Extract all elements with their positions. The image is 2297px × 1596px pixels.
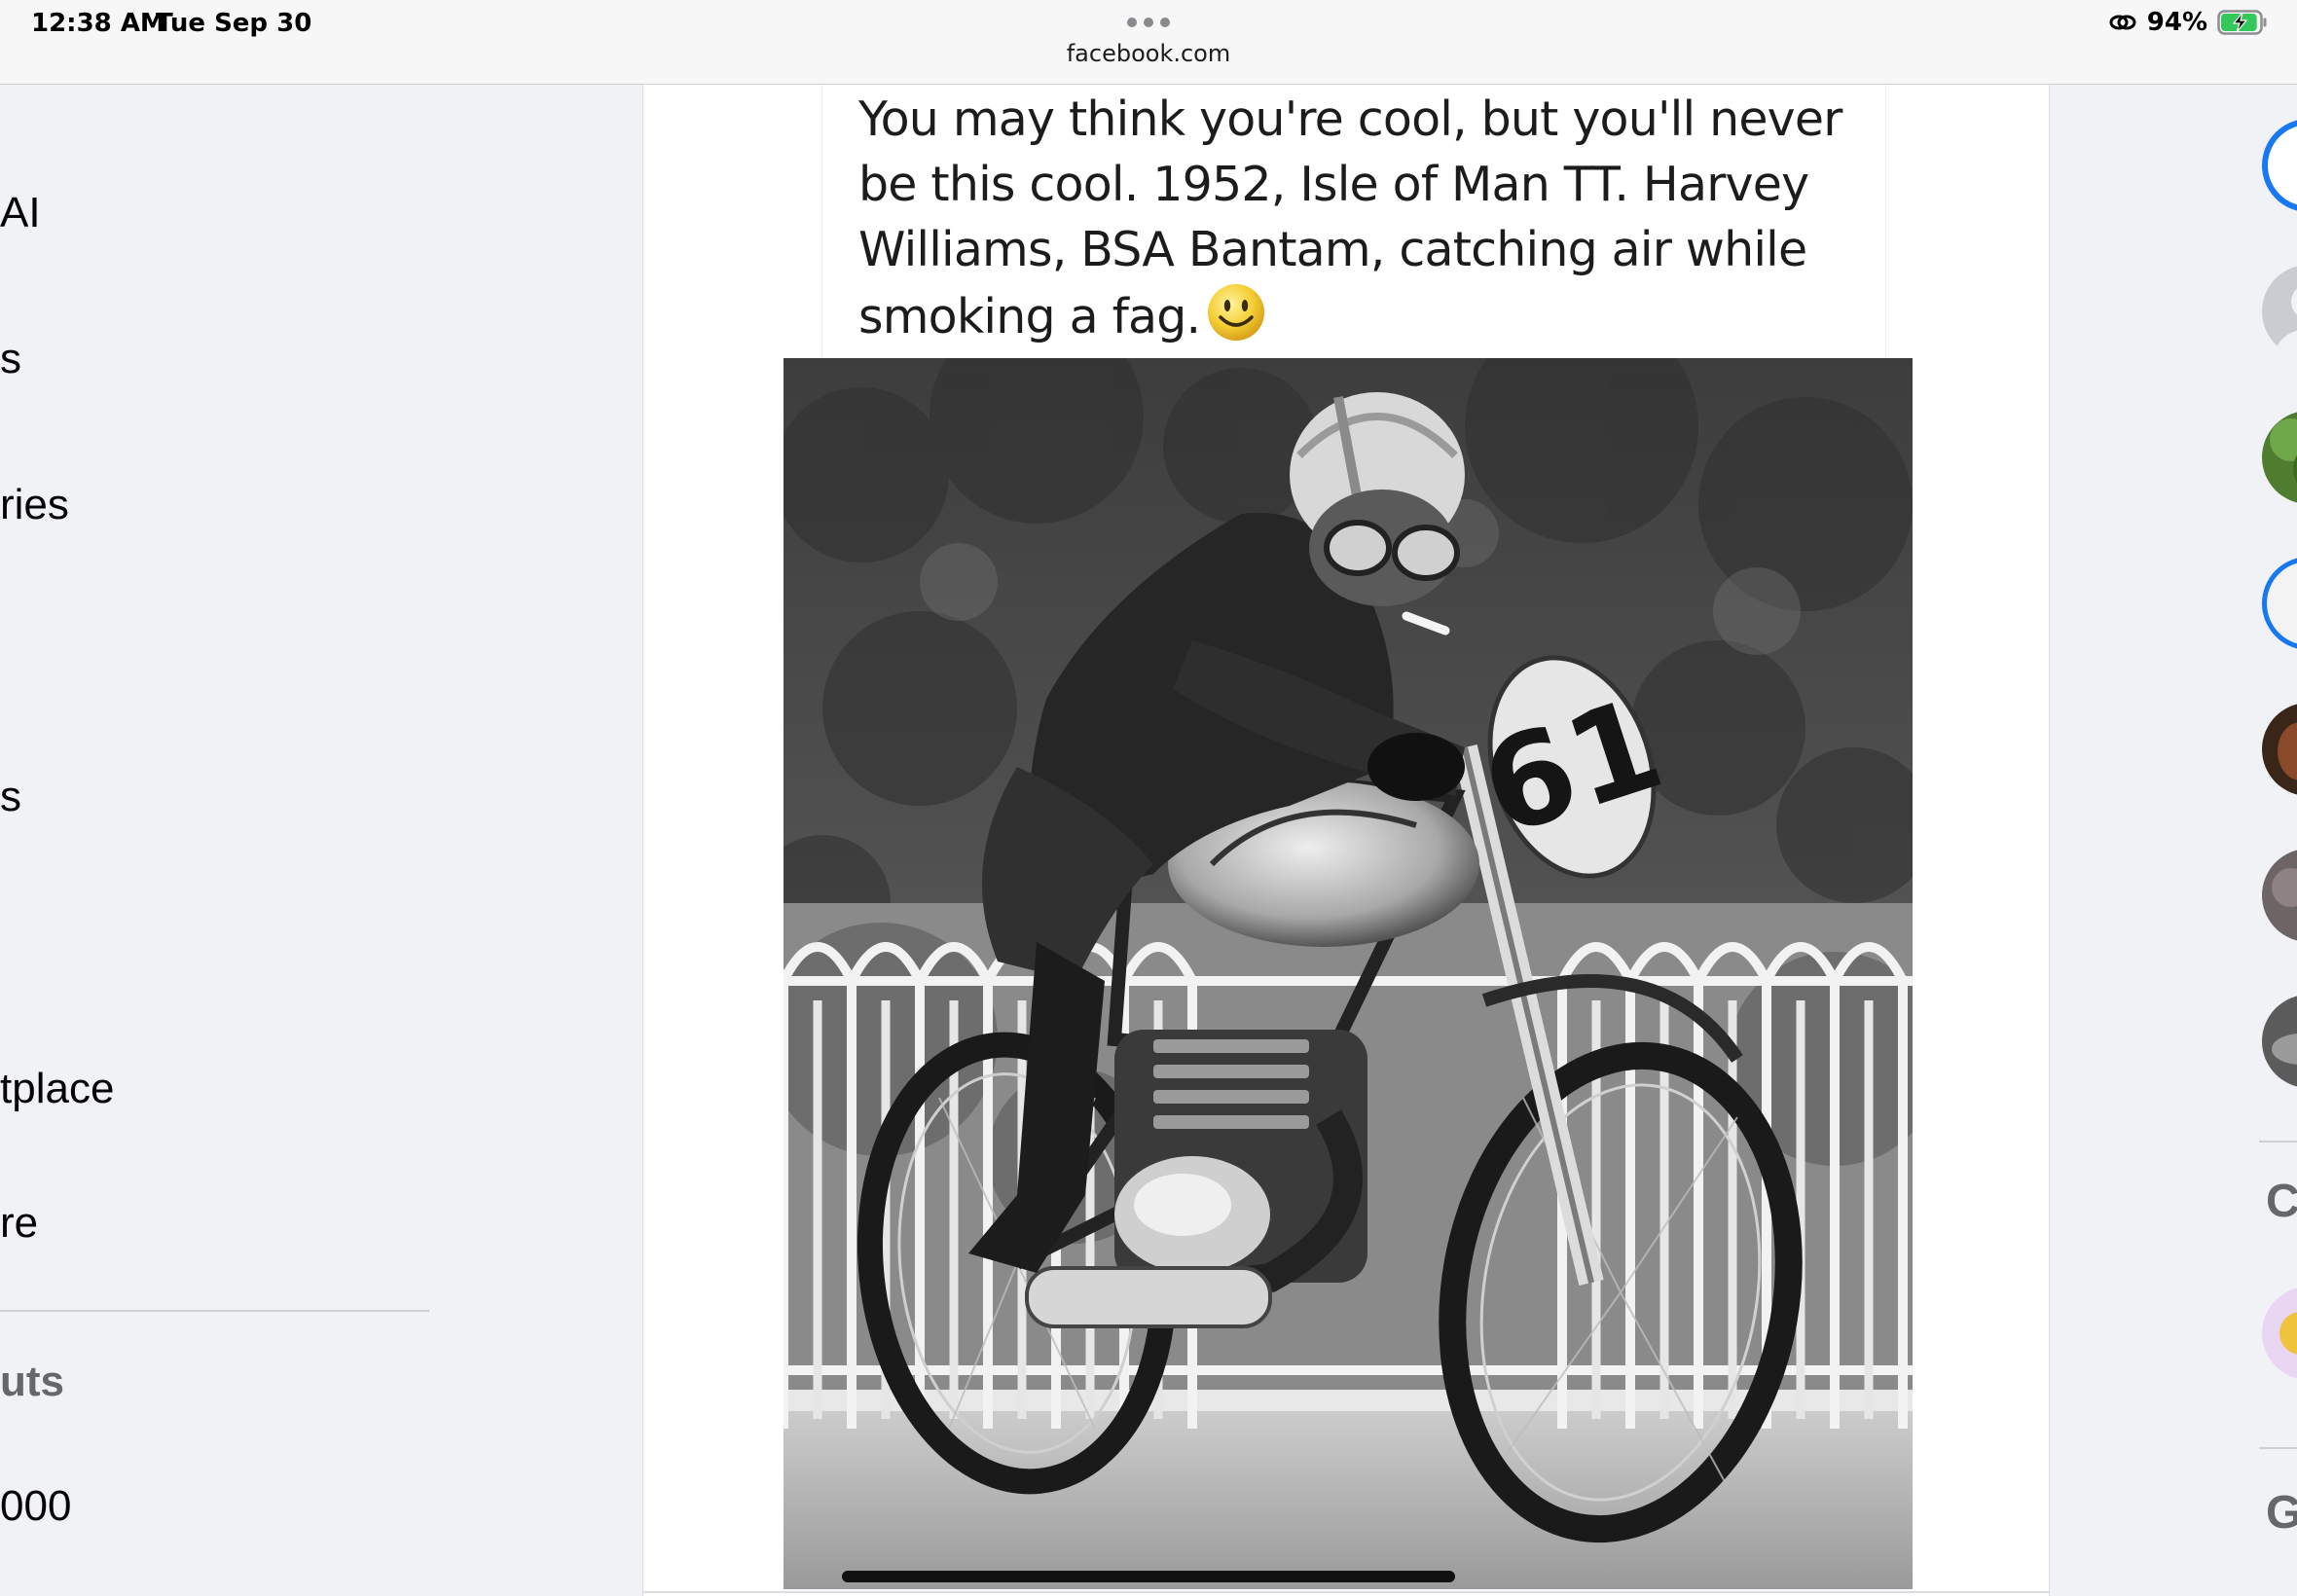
sidebar-divider: [0, 1310, 429, 1312]
contact-avatar-7[interactable]: [2262, 1287, 2297, 1380]
post-caption-text: You may think you're cool, but you'll ne…: [858, 91, 1842, 345]
contact-avatar-4[interactable]: [2262, 703, 2297, 796]
shortcuts-heading: uts: [0, 1358, 64, 1405]
sidebar-item-stories[interactable]: ries: [0, 481, 69, 529]
contacts-divider-1: [2259, 1141, 2297, 1143]
status-date: Tue Sep 30: [156, 9, 312, 38]
contact-avatar-3[interactable]: [2262, 557, 2297, 650]
browser-top-bar: 12:38 AM Tue Sep 30 facebook.com 94%: [0, 0, 2297, 85]
battery-charging-icon: [2217, 10, 2267, 35]
contacts-column: C G: [2050, 85, 2297, 1596]
status-time: 12:38 AM: [31, 9, 165, 38]
post-caption-card: You may think you're cool, but you'll ne…: [821, 85, 1886, 357]
sidebar-item-s2[interactable]: s: [0, 773, 21, 821]
contacts-divider-2: [2259, 1447, 2297, 1449]
contact-avatar-2[interactable]: [2262, 411, 2297, 504]
messenger-avatar[interactable]: [2262, 119, 2297, 212]
smiley-emoji-icon: [1208, 284, 1265, 341]
left-sidebar: AI s ries s tplace re uts 000: [0, 85, 642, 1596]
link-icon: [2109, 15, 2136, 30]
feed-divider: [643, 1591, 2051, 1593]
battery-percent: 94%: [2146, 8, 2207, 37]
sidebar-item-s1[interactable]: s: [0, 335, 21, 383]
contacts-heading-2: G: [2266, 1487, 2297, 1539]
contact-avatar-6[interactable]: [2262, 995, 2297, 1088]
news-feed: You may think you're cool, but you'll ne…: [642, 85, 2051, 1596]
shortcut-item[interactable]: 000: [0, 1482, 71, 1531]
sidebar-item-marketplace[interactable]: tplace: [0, 1065, 114, 1113]
sidebar-item-ai[interactable]: AI: [0, 189, 41, 237]
more-dots-icon[interactable]: [1127, 18, 1170, 27]
contact-avatar-1[interactable]: [2262, 265, 2297, 358]
url-bar[interactable]: facebook.com: [0, 40, 2297, 67]
home-indicator[interactable]: [842, 1571, 1455, 1582]
sidebar-item-see-more[interactable]: re: [0, 1199, 38, 1248]
post-photo[interactable]: 61: [784, 358, 1913, 1589]
contacts-heading-1: C: [2266, 1176, 2297, 1227]
status-right-group: 94%: [2108, 8, 2268, 37]
contact-avatar-5[interactable]: [2262, 849, 2297, 942]
